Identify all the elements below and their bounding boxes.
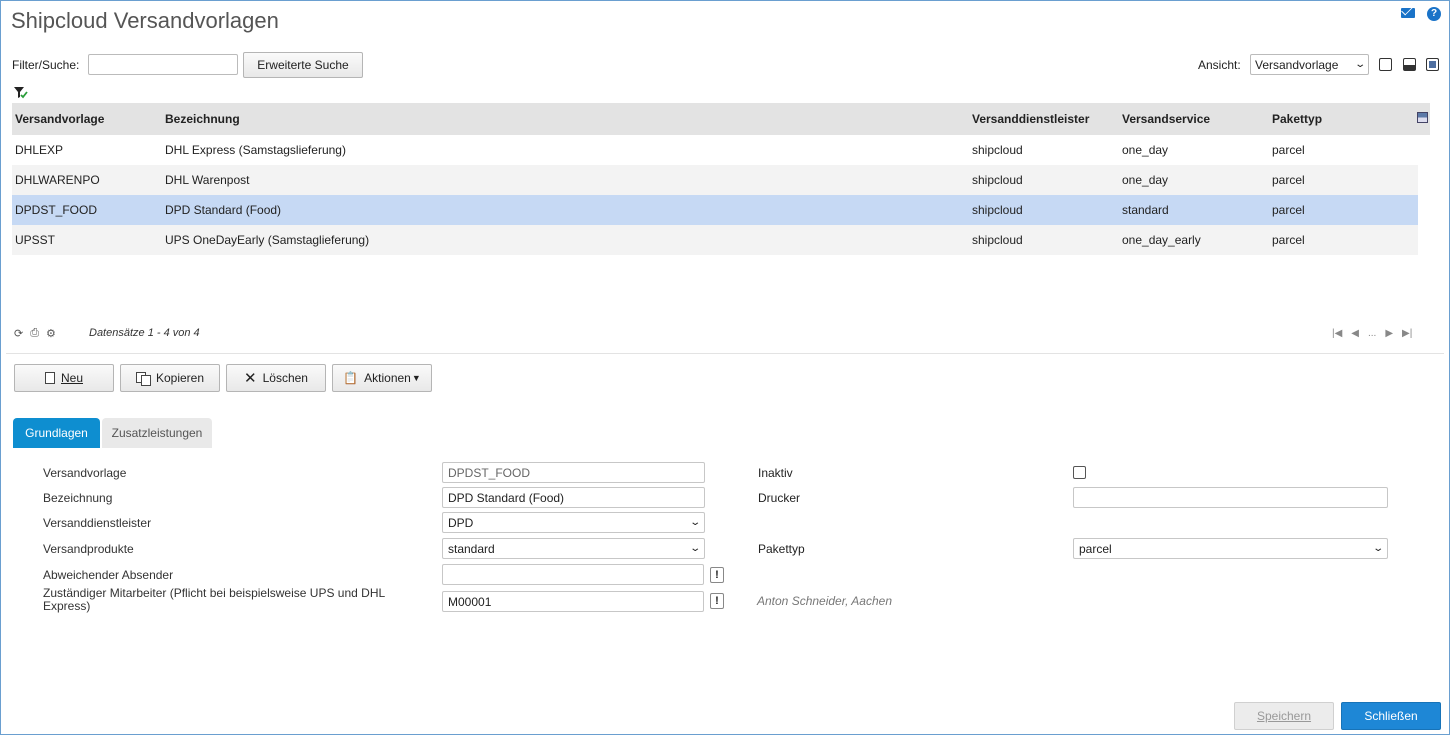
extended-search-button[interactable]: Erweiterte Suche	[243, 52, 363, 78]
table-cell: one_day	[1122, 173, 1169, 187]
mail-icon[interactable]	[1401, 8, 1415, 18]
versanddienstleister-select[interactable]: DPD ⌄	[442, 512, 705, 533]
table-row[interactable]: UPSST UPS OneDayEarly (Samstaglieferung)…	[12, 225, 1418, 255]
table-cell: one_day_early	[1122, 233, 1201, 247]
refresh-icon[interactable]: ⟳	[14, 327, 23, 340]
versandprodukte-select[interactable]: standard ⌄	[442, 538, 705, 559]
bezeichnung-field[interactable]: DPD Standard (Food)	[442, 487, 705, 508]
delete-button[interactable]: ✕ Löschen	[226, 364, 326, 392]
prev-page-icon[interactable]: ◀	[1351, 328, 1359, 339]
copy-button[interactable]: Kopieren	[120, 364, 220, 392]
table-cell: standard	[1122, 203, 1169, 217]
view-select[interactable]: Versandvorlage ⌄	[1250, 54, 1369, 75]
filter-search-input[interactable]	[88, 54, 238, 75]
view-label: Ansicht:	[1198, 58, 1241, 72]
label-versandprodukte: Versandprodukte	[43, 542, 134, 556]
table-cell: DPDST_FOOD	[15, 203, 98, 217]
page-title: Shipcloud Versandvorlagen	[11, 8, 279, 33]
copy-icon	[135, 372, 151, 386]
page-ellipsis: ...	[1368, 328, 1377, 339]
chevron-down-icon: ⌄	[688, 543, 701, 554]
table-cell: shipcloud	[972, 143, 1023, 157]
label-abweichender-absender: Abweichender Absender	[43, 568, 174, 582]
inaktiv-checkbox[interactable]	[1073, 466, 1086, 479]
data-grid: Versandvorlage Bezeichnung Versanddienst…	[12, 103, 1430, 255]
table-row-selected[interactable]: DPDST_FOOD DPD Standard (Food) shipcloud…	[12, 195, 1418, 225]
column-header-pakettyp[interactable]: Pakettyp	[1272, 112, 1322, 126]
grid-tools: ⟳ ⎙ ⚙	[14, 327, 56, 340]
layout-split-icon[interactable]	[1403, 58, 1416, 71]
chevron-down-icon: ⌄	[1353, 59, 1366, 70]
column-settings-icon[interactable]	[1417, 112, 1428, 123]
absender-field[interactable]	[442, 564, 704, 585]
print-icon[interactable]: ⎙	[30, 327, 39, 340]
label-zustaendiger-mitarbeiter: Zuständiger Mitarbeiter (Pflicht bei bei…	[43, 586, 385, 613]
drucker-field[interactable]	[1073, 487, 1388, 508]
table-cell: DHL Warenpost	[165, 173, 250, 187]
lookup-button-mitarbeiter[interactable]: !	[710, 593, 724, 609]
save-button[interactable]: Speichern	[1234, 702, 1334, 730]
table-cell: shipcloud	[972, 173, 1023, 187]
layout-full-icon[interactable]	[1379, 58, 1392, 71]
label-versanddienstleister: Versanddienstleister	[43, 516, 152, 530]
mitarbeiter-field[interactable]: M00001	[442, 591, 704, 612]
last-page-icon[interactable]: ▶|	[1402, 328, 1412, 339]
filter-label: Filter/Suche:	[12, 58, 80, 72]
table-cell: DHL Express (Samstagslieferung)	[165, 143, 346, 157]
chevron-down-icon: ⌄	[1371, 543, 1384, 554]
filter-active-icon[interactable]	[13, 86, 29, 102]
pakettyp-select[interactable]: parcel ⌄	[1073, 538, 1388, 559]
tab-zusatzleistungen[interactable]: Zusatzleistungen	[102, 418, 212, 448]
lookup-button-absender[interactable]: !	[710, 567, 724, 583]
new-button[interactable]: Neu	[14, 364, 114, 392]
table-cell: parcel	[1272, 143, 1305, 157]
clipboard-icon: 📋	[343, 371, 359, 385]
column-header-versandservice[interactable]: Versandservice	[1122, 112, 1210, 126]
pager: |◀ ◀ ... ▶ ▶|	[1332, 328, 1412, 339]
mitarbeiter-hint: Anton Schneider, Aachen	[757, 594, 892, 608]
label-versandvorlage: Versandvorlage	[43, 466, 127, 480]
label-inaktiv: Inaktiv	[758, 466, 793, 480]
table-cell: DHLWARENPO	[15, 173, 100, 187]
tab-grundlagen[interactable]: Grundlagen	[13, 418, 100, 448]
table-row[interactable]: DHLEXP DHL Express (Samstagslieferung) s…	[12, 135, 1418, 165]
chevron-down-icon: ⌄	[688, 517, 701, 528]
versandvorlage-field[interactable]: DPDST_FOOD	[442, 462, 705, 483]
layout-detail-icon[interactable]	[1426, 58, 1439, 71]
help-icon[interactable]: ?	[1427, 7, 1441, 21]
table-cell: shipcloud	[972, 203, 1023, 217]
divider	[6, 353, 1444, 354]
actions-dropdown-button[interactable]: 📋 Aktionen ▼	[332, 364, 432, 392]
grid-header: Versandvorlage Bezeichnung Versanddienst…	[12, 103, 1430, 135]
record-count: Datensätze 1 - 4 von 4	[89, 327, 200, 339]
column-header-versandvorlage[interactable]: Versandvorlage	[15, 112, 104, 126]
table-cell: DHLEXP	[15, 143, 64, 157]
table-cell: DPD Standard (Food)	[165, 203, 282, 217]
close-icon: ✕	[244, 370, 257, 387]
next-page-icon[interactable]: ▶	[1385, 328, 1393, 339]
table-cell: one_day	[1122, 143, 1169, 157]
table-cell: parcel	[1272, 203, 1305, 217]
close-button[interactable]: Schließen	[1341, 702, 1441, 730]
column-header-bezeichnung[interactable]: Bezeichnung	[165, 112, 240, 126]
table-cell: parcel	[1272, 173, 1305, 187]
label-pakettyp: Pakettyp	[758, 542, 805, 556]
column-header-versanddienstleister[interactable]: Versanddienstleister	[972, 112, 1089, 126]
label-drucker: Drucker	[758, 491, 801, 505]
table-cell: shipcloud	[972, 233, 1023, 247]
top-icons: ?	[1401, 7, 1441, 21]
table-row[interactable]: DHLWARENPO DHL Warenpost shipcloud one_d…	[12, 165, 1418, 195]
settings-icon[interactable]: ⚙	[46, 327, 56, 340]
table-cell: UPS OneDayEarly (Samstaglieferung)	[165, 233, 370, 247]
table-cell: parcel	[1272, 233, 1305, 247]
caret-down-icon: ▼	[411, 373, 421, 383]
first-page-icon[interactable]: |◀	[1332, 328, 1342, 339]
view-select-value: Versandvorlage	[1255, 57, 1339, 72]
table-cell: UPSST	[15, 233, 56, 247]
document-icon	[44, 372, 55, 384]
label-bezeichnung: Bezeichnung	[43, 491, 113, 505]
